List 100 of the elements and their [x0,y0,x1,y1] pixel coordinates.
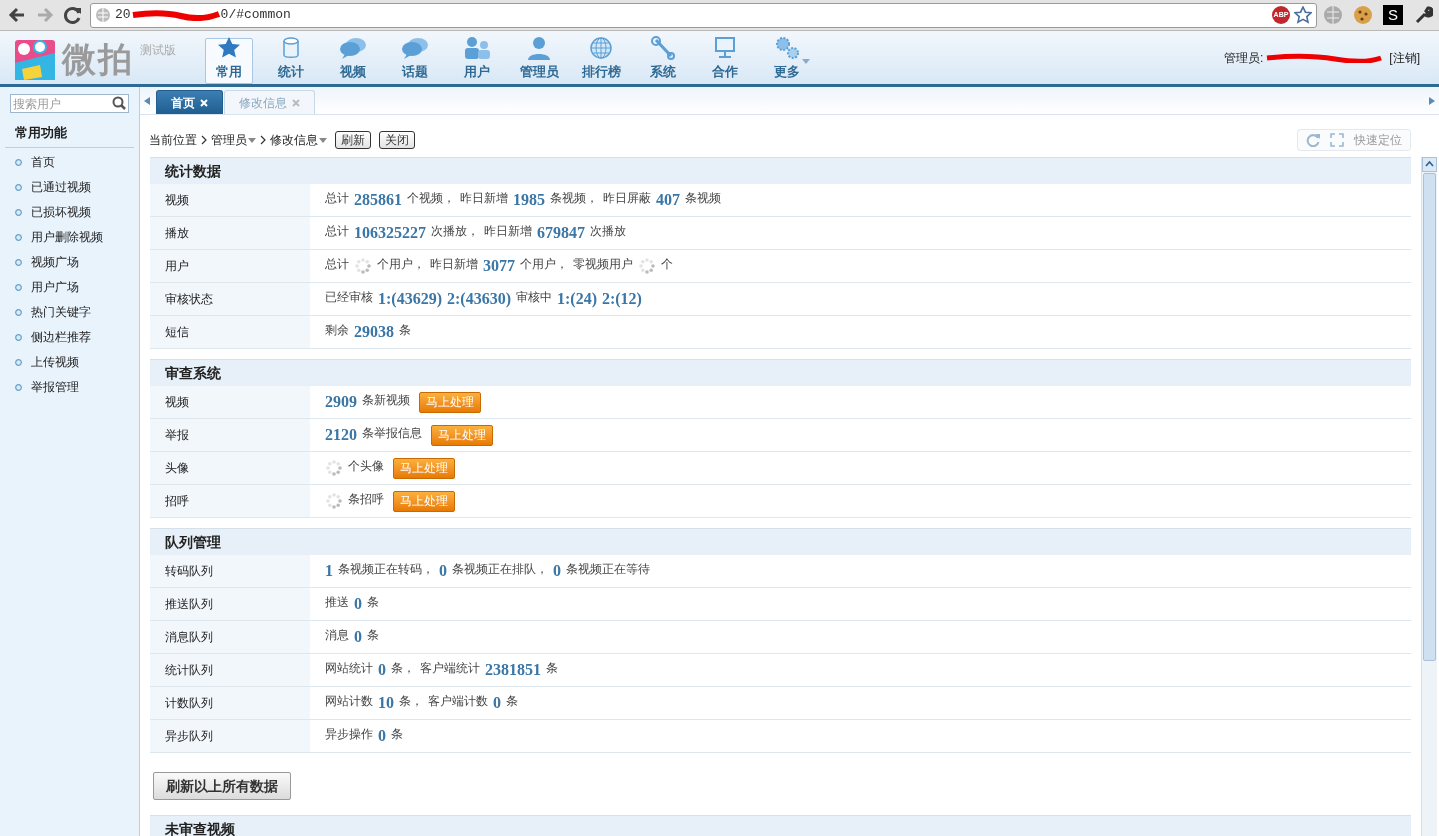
breadcrumb-link[interactable]: 修改信息 [270,131,327,149]
bullet-icon [15,383,22,391]
value-text: 昨日屏蔽 [603,190,651,207]
value-text: 次播放， [431,223,479,240]
nav-tab[interactable]: 合作 [701,38,749,84]
sidebar-link[interactable]: 上传视频 [31,353,79,371]
sidebar-link[interactable]: 已通过视频 [31,178,91,196]
nav-tab[interactable]: 更多 [763,38,811,84]
sidebar-link[interactable]: 用户广场 [31,278,79,296]
search-field[interactable]: 搜索用户 [10,94,129,113]
globe-icon[interactable] [1323,5,1343,25]
search-icon[interactable] [112,96,126,110]
nav-tab[interactable]: 视频 [329,38,377,84]
row-label: 头像 [165,461,189,475]
sidebar-link[interactable]: 用户删除视频 [31,228,103,246]
scroll-left-icon[interactable] [144,96,150,105]
breadcrumb-link[interactable]: 管理员 [211,131,256,149]
stat-number: 0 [354,627,362,647]
toolbar-button[interactable]: 刷新 [335,131,371,149]
breadcrumb-link[interactable]: 当前位置 [149,131,197,149]
stat-number: 2381851 [485,660,541,680]
stat-number: 2:(12) [601,289,642,310]
bullet-icon [15,258,22,266]
row-label: 审核状态 [165,292,213,306]
nav-tab[interactable]: 系统 [639,38,687,84]
speech-bubbles-icon [339,35,367,60]
row-label: 用户 [165,259,189,273]
row-label: 转码队列 [165,564,213,578]
value-text: 次播放 [590,223,626,240]
loading-spinner-icon [325,459,343,477]
stat-number: 10 [378,693,394,713]
sidebar-link[interactable]: 已损坏视频 [31,203,91,221]
loading-spinner-icon [325,492,343,510]
stat-number: 0 [553,561,561,581]
bookmark-star-icon[interactable] [1294,6,1312,24]
speech-bubbles-icon [401,35,429,60]
sidebar-link[interactable]: 首页 [31,153,55,171]
nav-tab[interactable]: 统计 [267,38,315,84]
scroll-thumb[interactable] [1423,173,1436,661]
tab[interactable]: 首页 [156,90,223,114]
bullet-icon [15,333,22,341]
bullet-icon [15,158,22,166]
admin-label: 管理员: [1224,49,1264,67]
sidebar-link[interactable]: 视频广场 [31,253,79,271]
value-text: 条 [391,726,403,743]
value-text: 异步操作 [325,726,373,743]
value-text: 条 [367,627,379,644]
stat-number: 1 [325,561,333,581]
row-label: 计数队列 [165,696,213,710]
value-text: 总计 [325,256,349,273]
value-text: 个视频， [407,190,455,207]
stat-number: 0 [378,660,386,680]
extension-button[interactable]: S [1383,5,1403,25]
bullet-icon [15,183,22,191]
scrollbar[interactable] [1421,157,1437,836]
value-text: 条新视频 [362,392,410,409]
wrench-icon[interactable] [1413,5,1433,25]
sidebar-link[interactable]: 举报管理 [31,378,79,396]
nav-tab[interactable]: 常用 [205,38,253,84]
scroll-right-icon[interactable] [1429,96,1435,105]
value-text: 条举报信息 [362,425,422,442]
row-label: 消息队列 [165,630,213,644]
value-text: 条视频， [550,190,598,207]
toolbar-button[interactable]: 关闭 [379,131,415,149]
stat-number: 0 [439,561,447,581]
url-text: 20 [115,6,131,25]
globe-icon [589,35,613,60]
row-label: 招呼 [165,494,189,508]
nav-tab[interactable]: 用户 [453,38,501,84]
sidebar-link[interactable]: 侧边栏推荐 [31,328,91,346]
stat-number: 679847 [537,223,585,243]
value-text: 已经审核 [325,289,373,306]
nav-tab[interactable]: 管理员 [515,38,563,84]
row-label: 短信 [165,325,189,339]
refresh-icon[interactable] [1306,133,1320,147]
stat-number: 1:(43629) [378,289,442,310]
sidebar-link[interactable]: 热门关键字 [31,303,91,321]
cookie-icon[interactable] [1353,5,1373,25]
value-text: 零视频用户 [573,256,633,273]
chevron-icon [260,135,266,145]
value-text: 总计 [325,223,349,240]
scroll-up-icon[interactable] [1422,157,1437,172]
bullet-icon [15,233,22,241]
stat-number: 2120 [325,425,357,445]
value-text: 网站计数 [325,693,373,710]
section-header: 队列管理 [150,529,1411,555]
value-text: 条 [506,693,518,710]
section-header: 统计数据 [150,158,1411,184]
reload-icon[interactable] [62,4,84,26]
sidebar-title: 常用功能 [5,123,134,148]
value-text: 个用户， [377,256,425,273]
value-text: 昨日新增 [484,223,532,240]
stat-number: 0 [354,594,362,614]
refresh-all-button[interactable]: 刷新以上所有数据 [153,772,291,800]
nav-tab[interactable]: 排行榜 [577,38,625,84]
bullet-icon [15,283,22,291]
logout-link[interactable]: [注销] [1389,48,1420,67]
monitor-icon [713,35,737,60]
row-label: 异步队列 [165,729,213,743]
nav-tab[interactable]: 话题 [391,38,439,84]
